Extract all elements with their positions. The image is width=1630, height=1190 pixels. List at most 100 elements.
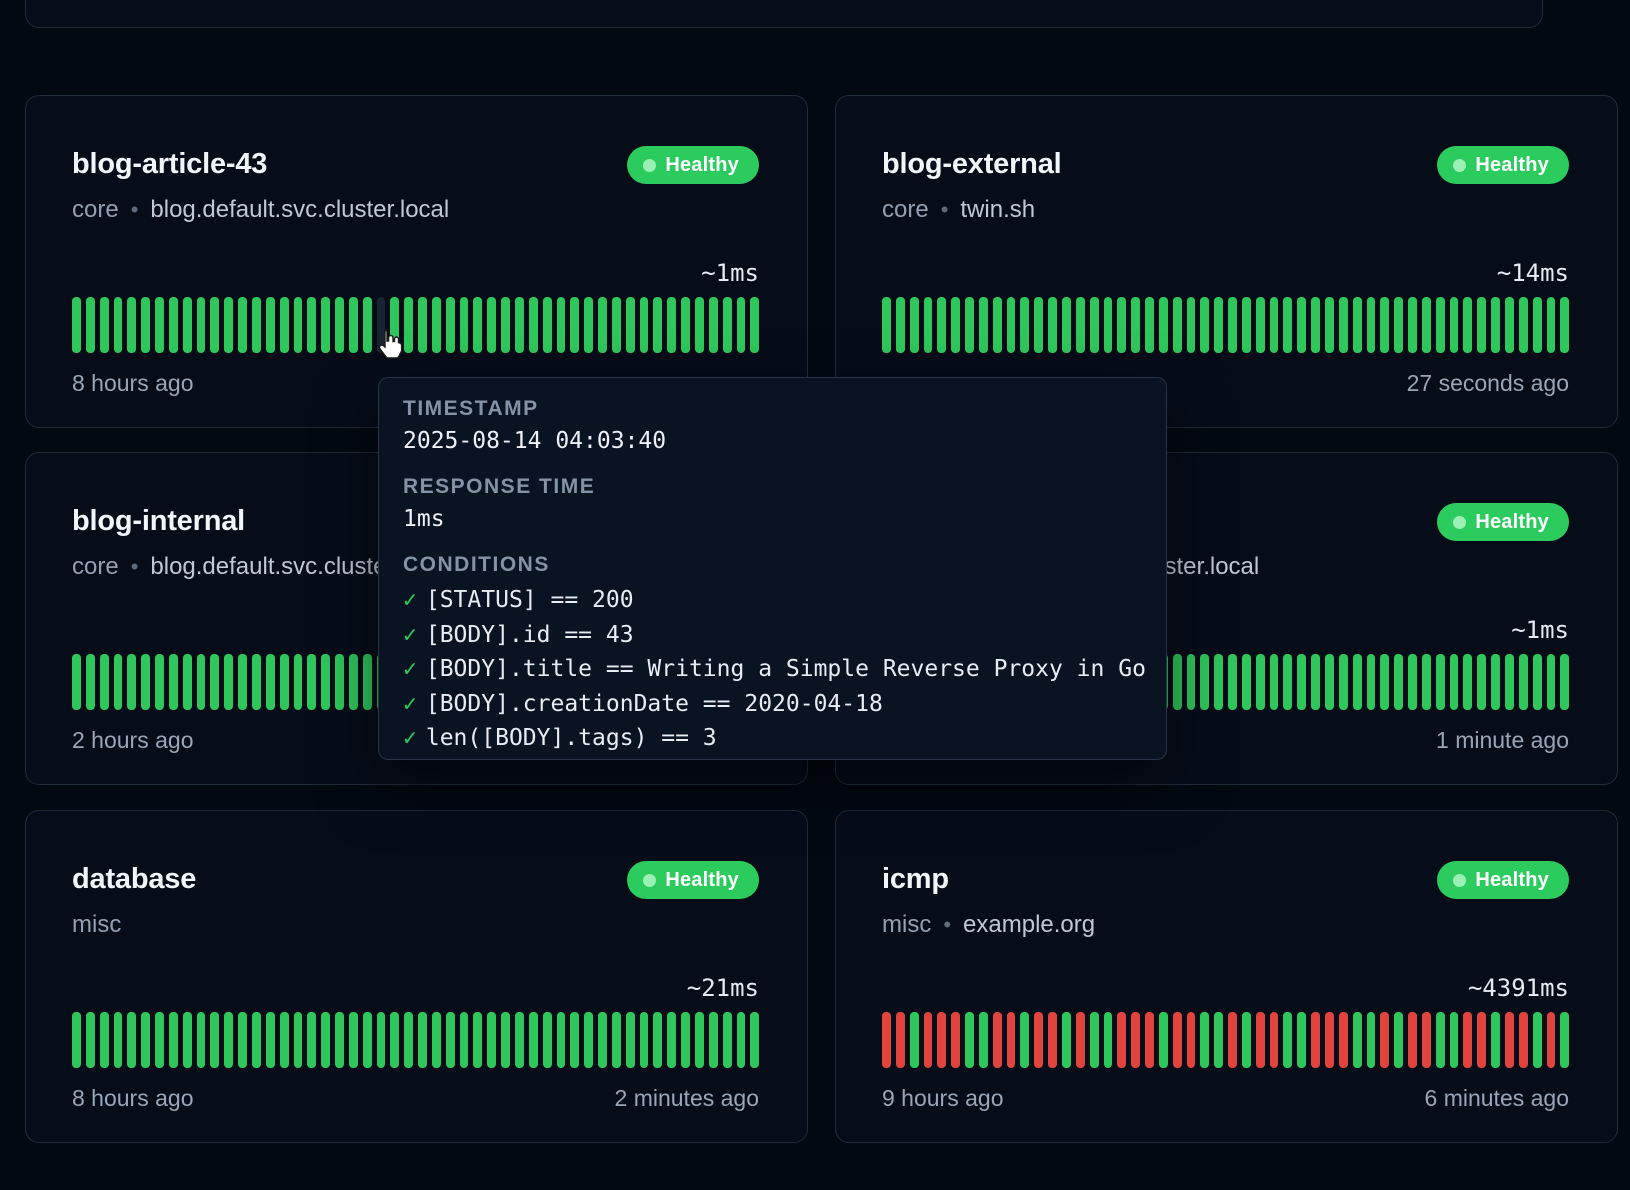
status-bar[interactable] (1256, 297, 1265, 353)
status-bar[interactable] (1450, 1012, 1459, 1068)
status-bar[interactable] (432, 1012, 441, 1068)
status-bar[interactable] (1339, 1012, 1348, 1068)
status-bar[interactable] (1533, 1012, 1542, 1068)
status-bar[interactable] (723, 1012, 732, 1068)
status-bar[interactable] (1076, 297, 1085, 353)
status-bar[interactable] (1145, 1012, 1154, 1068)
status-bar[interactable] (1491, 654, 1500, 710)
status-bar[interactable] (570, 297, 579, 353)
status-bar[interactable] (1214, 654, 1223, 710)
status-bar[interactable] (1477, 1012, 1486, 1068)
status-bar[interactable] (210, 654, 219, 710)
status-bar[interactable] (557, 297, 566, 353)
status-bar[interactable] (1394, 297, 1403, 353)
status-bar[interactable] (210, 1012, 219, 1068)
status-bar[interactable] (640, 297, 649, 353)
status-bar[interactable] (1380, 654, 1389, 710)
status-bar[interactable] (1422, 297, 1431, 353)
status-bar[interactable] (1560, 654, 1569, 710)
status-bar[interactable] (937, 1012, 946, 1068)
status-bar[interactable] (993, 297, 1002, 353)
status-bar[interactable] (882, 297, 891, 353)
status-bar[interactable] (723, 297, 732, 353)
status-bar[interactable] (750, 1012, 759, 1068)
status-bar[interactable] (1533, 654, 1542, 710)
status-bar[interactable] (1297, 654, 1306, 710)
endpoint-name[interactable]: blog-external (882, 146, 1062, 182)
status-bar[interactable] (1117, 297, 1126, 353)
status-bar[interactable] (896, 297, 905, 353)
status-bar[interactable] (1339, 654, 1348, 710)
status-bar[interactable] (1034, 1012, 1043, 1068)
status-bar[interactable] (1048, 297, 1057, 353)
status-bar[interactable] (681, 297, 690, 353)
status-bar[interactable] (1547, 654, 1556, 710)
status-bar[interactable] (294, 297, 303, 353)
status-bar[interactable] (1228, 654, 1237, 710)
status-bar[interactable] (72, 297, 81, 353)
status-bar[interactable] (238, 297, 247, 353)
status-bar[interactable] (1380, 297, 1389, 353)
status-bar[interactable] (598, 297, 607, 353)
status-bar[interactable] (1090, 1012, 1099, 1068)
status-bar[interactable] (896, 1012, 905, 1068)
status-bar[interactable] (155, 1012, 164, 1068)
status-bar[interactable] (72, 654, 81, 710)
status-bar[interactable] (1228, 1012, 1237, 1068)
status-bar[interactable] (1436, 297, 1445, 353)
status-bar[interactable] (1173, 654, 1182, 710)
status-bar[interactable] (363, 297, 372, 353)
status-bar[interactable] (965, 297, 974, 353)
status-bar[interactable] (473, 297, 482, 353)
status-bar[interactable] (1145, 297, 1154, 353)
status-bar[interactable] (114, 654, 123, 710)
status-bar[interactable] (1048, 1012, 1057, 1068)
status-bar[interactable] (1270, 654, 1279, 710)
status-bar[interactable] (1187, 297, 1196, 353)
status-bar[interactable] (100, 297, 109, 353)
status-bar[interactable] (1367, 1012, 1376, 1068)
status-bar[interactable] (1408, 654, 1417, 710)
status-bar[interactable] (1339, 297, 1348, 353)
status-bar[interactable] (1450, 297, 1459, 353)
status-bar[interactable] (993, 1012, 1002, 1068)
status-bar[interactable] (1283, 297, 1292, 353)
status-bar[interactable] (390, 1012, 399, 1068)
status-bar[interactable] (543, 297, 552, 353)
status-bar[interactable] (349, 654, 358, 710)
status-bar[interactable] (127, 1012, 136, 1068)
status-bar[interactable] (1367, 654, 1376, 710)
status-bar[interactable] (1547, 297, 1556, 353)
status-bar[interactable] (224, 297, 233, 353)
status-bar[interactable] (1519, 654, 1528, 710)
status-bar[interactable] (1367, 297, 1376, 353)
status-bar[interactable] (1311, 1012, 1320, 1068)
status-bar[interactable] (377, 297, 386, 353)
status-bar[interactable] (737, 1012, 746, 1068)
status-bar[interactable] (1214, 1012, 1223, 1068)
status-bar[interactable] (307, 1012, 316, 1068)
status-bar[interactable] (127, 297, 136, 353)
status-bar[interactable] (1256, 1012, 1265, 1068)
status-bar[interactable] (169, 654, 178, 710)
status-bar[interactable] (1394, 654, 1403, 710)
status-bar[interactable] (1463, 654, 1472, 710)
status-bar[interactable] (363, 1012, 372, 1068)
status-bar[interactable] (335, 297, 344, 353)
status-bar[interactable] (446, 1012, 455, 1068)
status-bar[interactable] (951, 297, 960, 353)
status-bar[interactable] (224, 654, 233, 710)
status-bar[interactable] (321, 654, 330, 710)
status-bar[interactable] (924, 1012, 933, 1068)
status-bar[interactable] (1422, 1012, 1431, 1068)
status-bar[interactable] (183, 654, 192, 710)
status-bar[interactable] (197, 1012, 206, 1068)
status-bar[interactable] (141, 297, 150, 353)
status-bar[interactable] (653, 1012, 662, 1068)
status-bar[interactable] (1519, 1012, 1528, 1068)
status-bar[interactable] (1560, 297, 1569, 353)
status-bar[interactable] (86, 654, 95, 710)
status-bar[interactable] (266, 654, 275, 710)
status-bar[interactable] (155, 297, 164, 353)
status-bar[interactable] (1062, 297, 1071, 353)
